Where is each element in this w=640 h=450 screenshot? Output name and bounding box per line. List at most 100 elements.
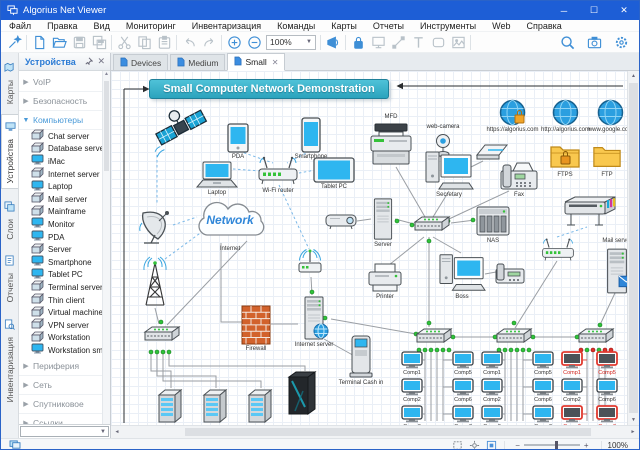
node-comp3[interactable] [561,405,583,423]
node-ap[interactable] [295,247,325,277]
node-comp1[interactable] [481,351,503,369]
menu-item[interactable]: Карты [323,20,365,32]
node-comp3[interactable] [481,405,503,423]
node-comp6[interactable] [532,378,554,396]
node-switch[interactable] [143,325,181,347]
zoom-slider-knob[interactable] [555,441,558,449]
node-server[interactable] [371,197,395,241]
node-rack[interactable] [157,389,187,425]
node-comp2[interactable] [481,378,503,396]
scroll-down-icon[interactable]: ▼ [628,415,639,425]
node-internet-server[interactable] [297,295,331,341]
panel-tab-maps[interactable]: Карты [1,56,18,108]
vertical-scrollbar[interactable]: ▲ ▼ [627,71,639,425]
node-scanner[interactable] [475,141,509,161]
panel-tab-reports[interactable]: Отчеты [1,249,18,306]
node-comp2[interactable] [401,378,423,396]
node-wifirouter[interactable] [541,237,575,263]
cut-button[interactable] [114,33,134,51]
tree-item[interactable]: Workstation small [19,344,110,357]
map-title-banner[interactable]: Small Computer Network Demonstration [149,79,389,99]
minimize-button[interactable]: ─ [549,1,579,20]
node-towerant[interactable] [141,255,169,309]
node-comp1[interactable] [561,351,583,369]
zoom-in-button[interactable] [224,33,244,51]
menu-item[interactable]: Мониторинг [118,20,184,32]
menu-item[interactable]: Вид [86,20,118,32]
node-secretary[interactable] [425,149,473,191]
node-wi-fi-router[interactable] [257,155,299,187]
node-comp6[interactable] [596,378,618,396]
tree-group[interactable]: ▶VoIP [19,73,110,92]
menu-item[interactable]: Правка [39,20,85,32]
fit-width-button[interactable] [469,440,480,450]
node-switch[interactable] [415,327,453,349]
horizontal-scrollbar[interactable]: ◄ ► [111,425,639,438]
scroll-left-icon[interactable]: ◄ [111,426,123,438]
node-printer[interactable] [367,263,403,293]
search-button[interactable] [557,33,577,51]
node-blackserver[interactable] [287,371,325,425]
node-ftps[interactable] [549,143,581,171]
node-switch[interactable] [495,327,533,349]
map-tab-small[interactable]: Small✕ [227,53,285,71]
wand-button[interactable] [4,33,24,51]
menu-item[interactable]: Команды [269,20,323,32]
node-satellite[interactable] [151,101,213,157]
node-comp7[interactable] [452,405,474,423]
announce-button[interactable] [323,33,343,51]
node-comp3[interactable] [401,405,423,423]
node-rack[interactable] [247,389,277,425]
camera-button[interactable] [584,33,604,51]
node-laptop[interactable] [195,161,239,189]
node-switch[interactable] [413,215,451,237]
scroll-right-icon[interactable]: ► [627,426,639,438]
node-comp7[interactable] [532,405,554,423]
save-button[interactable] [69,33,89,51]
node-http-algorius-com[interactable] [552,99,579,126]
node-rack[interactable] [202,389,232,425]
undo-button[interactable] [179,33,199,51]
draw-line-button[interactable] [388,33,408,51]
node-comp1[interactable] [401,351,423,369]
tree-group[interactable]: ▶Ссылки [19,414,110,424]
node-phone[interactable] [495,261,525,285]
close-panel-icon[interactable]: ✕ [95,56,107,67]
menu-item[interactable]: Инвентаризация [184,20,269,32]
node-www-google-com[interactable] [597,99,624,126]
node-comp5[interactable] [596,351,618,369]
node-pda[interactable] [227,123,249,153]
node-dish[interactable] [137,207,177,247]
menu-item[interactable]: Инструменты [412,20,484,32]
new-map-button[interactable] [29,33,49,51]
node-comp5[interactable] [532,351,554,369]
monitor-button[interactable] [368,33,388,51]
fit-selection-button[interactable] [486,440,497,450]
scroll-up-icon[interactable]: ▲ [628,71,639,81]
tree-scrollbar[interactable]: ▲ [102,71,110,424]
maximize-button[interactable]: ☐ [579,1,609,20]
node-internet[interactable]: Network [191,195,269,245]
draw-shape-button[interactable] [428,33,448,51]
draw-text-button[interactable] [408,33,428,51]
node-plotter[interactable] [561,195,619,229]
node-tablet-pc[interactable] [313,157,355,183]
panel-tab-devices[interactable]: Устройства [1,114,18,188]
node-https-algorius-com[interactable] [499,99,526,126]
menu-item[interactable]: Справка [518,20,569,32]
node-firewall[interactable] [241,305,271,345]
map-canvas[interactable]: Comp1Comp2Comp3Comp5Comp6Comp7Comp1Comp2… [111,71,639,425]
pin-icon[interactable] [83,57,95,67]
node-comp5[interactable] [452,351,474,369]
copy-button[interactable] [134,33,154,51]
tree-group[interactable]: ▶Спутниковое [19,395,110,414]
draw-image-button[interactable] [448,33,468,51]
map-tab-devices[interactable]: Devices [113,54,168,70]
tree-group[interactable]: ▶Сеть [19,376,110,395]
paste-button[interactable] [154,33,174,51]
panel-tab-inventory[interactable]: Инвентаризация [1,313,18,407]
node-boss[interactable] [439,251,485,293]
zoom-slider[interactable]: − + [504,441,592,450]
node-smartphone[interactable] [301,117,321,153]
zoom-in-icon[interactable]: + [580,441,593,450]
